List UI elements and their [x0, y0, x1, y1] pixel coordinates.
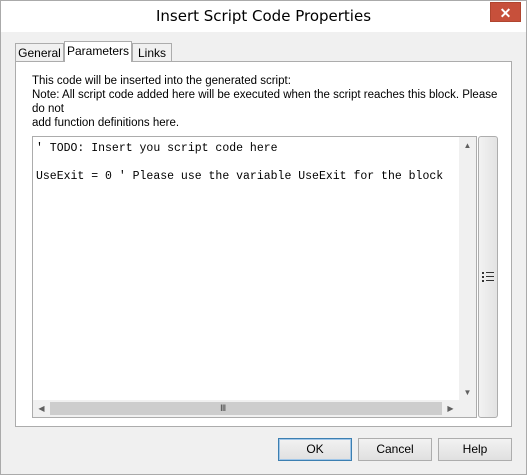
- description-line-3: add function definitions here.: [32, 117, 180, 129]
- title-bar: Insert Script Code Properties ✕: [1, 1, 526, 32]
- dialog-title: Insert Script Code Properties: [155, 7, 372, 25]
- tab-parameters[interactable]: Parameters: [64, 41, 132, 62]
- description-line-2: Note: All script code added here will be…: [32, 89, 498, 115]
- help-button[interactable]: Help: [438, 438, 512, 461]
- description-line-1: This code will be inserted into the gene…: [32, 75, 291, 87]
- scroll-down-arrow-icon[interactable]: ▼: [459, 384, 476, 401]
- horizontal-scrollbar[interactable]: ◀ Ⅲ ▶: [33, 400, 459, 417]
- code-line-1: ' TODO: Insert you script code here: [36, 142, 278, 155]
- vertical-scrollbar[interactable]: ▲ ▼: [459, 137, 476, 401]
- parameters-panel: This code will be inserted into the gene…: [15, 61, 512, 427]
- ok-button[interactable]: OK: [278, 438, 352, 461]
- scroll-up-arrow-icon[interactable]: ▲: [459, 137, 476, 154]
- cancel-button[interactable]: Cancel: [358, 438, 432, 461]
- insert-variable-button[interactable]: [478, 136, 498, 418]
- horizontal-scroll-thumb[interactable]: Ⅲ: [50, 402, 442, 415]
- scroll-left-arrow-icon[interactable]: ◀: [33, 400, 50, 417]
- scroll-right-arrow-icon[interactable]: ▶: [442, 400, 459, 417]
- script-code-editor[interactable]: ' TODO: Insert you script code here​UseE…: [32, 136, 477, 418]
- scrollbar-corner: [459, 400, 476, 417]
- tab-links[interactable]: Links: [132, 43, 172, 61]
- code-text[interactable]: ' TODO: Insert you script code here​UseE…: [36, 142, 443, 184]
- tab-general[interactable]: General: [15, 43, 64, 61]
- close-button[interactable]: ✕: [490, 2, 521, 22]
- dialog-window: Insert Script Code Properties ✕ General …: [0, 0, 527, 475]
- code-line-2: ​: [36, 156, 443, 170]
- list-icon: [482, 271, 494, 286]
- grip-icon: Ⅲ: [220, 403, 227, 413]
- code-line-3: UseExit = 0 ' Please use the variable Us…: [36, 170, 444, 183]
- description-text: This code will be inserted into the gene…: [32, 74, 512, 130]
